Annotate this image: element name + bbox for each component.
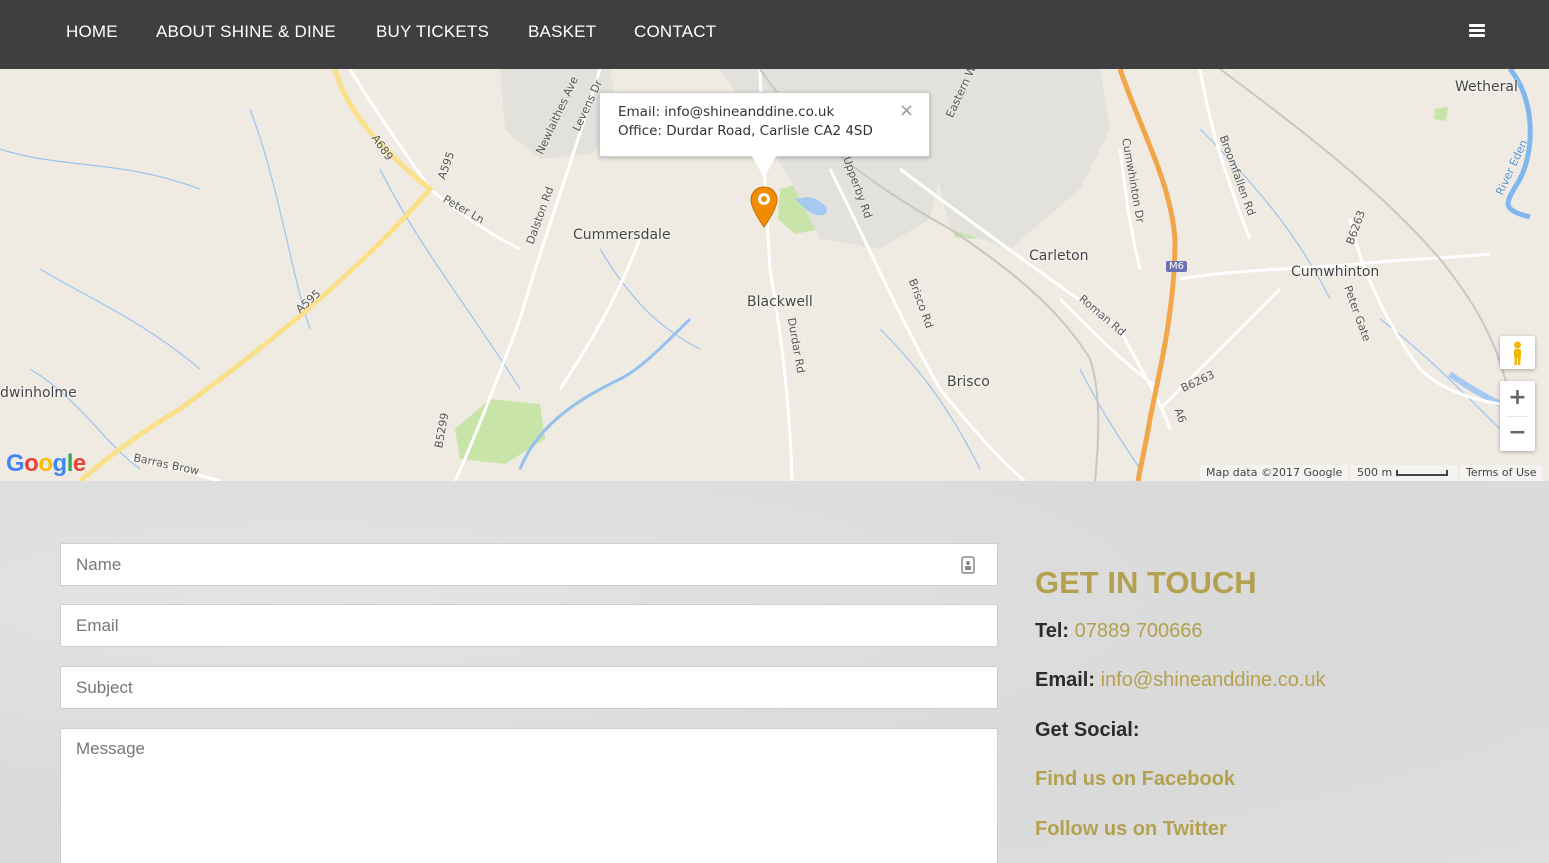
map-zoom-control: + − [1500,381,1535,451]
nav-about[interactable]: ABOUT SHINE & DINE [156,22,336,42]
place-cummersdale: Cummersdale [573,227,671,243]
message-field[interactable]: Message [60,728,998,863]
zoom-in-button[interactable]: + [1500,381,1535,416]
info-email: Email: info@shineanddine.co.uk [618,104,835,120]
get-social-label: Get Social: [1035,719,1140,741]
nav-home[interactable]: HOME [66,22,118,42]
map-data-attribution: Map data ©2017 Google [1200,465,1349,481]
place-carleton: Carleton [1029,248,1089,264]
social-row: Get Social: [1035,719,1139,742]
tel-row: Tel: 07889 700666 [1035,620,1203,643]
hamburger-menu-icon[interactable] [1469,24,1485,38]
tel-value[interactable]: 07889 700666 [1075,620,1203,642]
nav-contact[interactable]: CONTACT [634,22,716,42]
place-blackwell: Blackwell [747,294,813,310]
place-dwinholme: dwinholme [0,385,77,401]
name-placeholder: Name [76,555,122,574]
scale-bar-icon [1396,470,1449,476]
nav-buy-tickets[interactable]: BUY TICKETS [376,22,489,42]
email-link[interactable]: info@shineanddine.co.uk [1101,669,1326,691]
info-office: Office: Durdar Road, Carlisle CA2 4SD [618,123,873,139]
zoom-out-button[interactable]: − [1500,416,1535,451]
message-placeholder: Message [76,739,145,758]
place-wetheral: Wetheral [1455,79,1518,95]
subject-placeholder: Subject [76,678,133,697]
place-brisco: Brisco [947,374,990,390]
place-cumwhinton: Cumwhinton [1291,264,1380,280]
street-view-pegman-icon[interactable] [1500,336,1535,369]
email-label: Email: [1035,669,1096,691]
email-field[interactable]: Email [60,604,998,647]
contact-card-icon[interactable] [961,556,975,574]
twitter-link[interactable]: Follow us on Twitter [1035,818,1227,841]
get-in-touch-heading: GET IN TOUCH [1035,565,1257,600]
map-terms-link[interactable]: Terms of Use [1460,465,1543,481]
google-logo[interactable]: Google [6,450,86,478]
facebook-link[interactable]: Find us on Facebook [1035,768,1235,791]
email-row: Email: info@shineanddine.co.uk [1035,669,1326,692]
map-info-window: Email: info@shineanddine.co.uk Office: D… [599,92,930,157]
map-marker-icon[interactable] [750,186,778,228]
close-icon[interactable]: × [899,102,914,120]
email-placeholder: Email [76,616,119,635]
subject-field[interactable]: Subject [60,666,998,709]
google-map[interactable]: Wetheral Cummersdale Carleton Cumwhinton… [0,69,1549,481]
info-window-tail [752,156,776,178]
nav-basket[interactable]: BASKET [528,22,596,42]
map-scale-label: 500 m [1357,466,1393,479]
contact-section: Name Email Subject Message GET IN TOUCH … [0,481,1549,863]
road-label-m6: M6 [1166,261,1187,272]
map-scale[interactable]: 500 m [1351,465,1458,481]
name-field[interactable]: Name [60,543,998,586]
top-navbar: HOME ABOUT SHINE & DINE BUY TICKETS BASK… [0,0,1549,69]
tel-label: Tel: [1035,620,1070,642]
